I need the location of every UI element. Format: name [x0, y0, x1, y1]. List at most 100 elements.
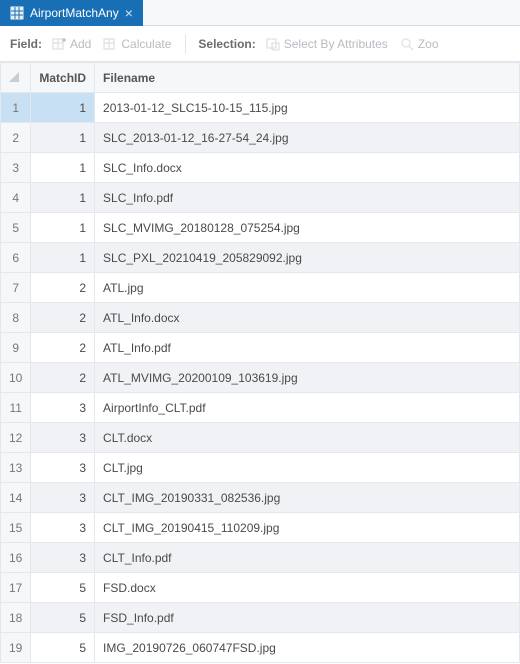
cell-filename[interactable]: CLT_Info.pdf: [95, 543, 520, 573]
cell-matchid[interactable]: 3: [31, 513, 95, 543]
table-row[interactable]: 82ATL_Info.docx: [1, 303, 520, 333]
row-number[interactable]: 16: [1, 543, 31, 573]
table-row[interactable]: 112013-01-12_SLC15-10-15_115.jpg: [1, 93, 520, 123]
cell-filename[interactable]: SLC_Info.docx: [95, 153, 520, 183]
table-row[interactable]: 113AirportInfo_CLT.pdf: [1, 393, 520, 423]
cell-filename[interactable]: SLC_MVIMG_20180128_075254.jpg: [95, 213, 520, 243]
cell-filename[interactable]: FSD.docx: [95, 573, 520, 603]
table-row[interactable]: 102ATL_MVIMG_20200109_103619.jpg: [1, 363, 520, 393]
tab-bar: AirportMatchAny ×: [0, 0, 520, 26]
row-number[interactable]: 10: [1, 363, 31, 393]
cell-filename[interactable]: CLT.docx: [95, 423, 520, 453]
table-row[interactable]: 31SLC_Info.docx: [1, 153, 520, 183]
cell-matchid[interactable]: 3: [31, 453, 95, 483]
table-calc-icon: [103, 37, 117, 51]
row-number[interactable]: 2: [1, 123, 31, 153]
table-row[interactable]: 163CLT_Info.pdf: [1, 543, 520, 573]
table-row[interactable]: 61SLC_PXL_20210419_205829092.jpg: [1, 243, 520, 273]
cell-filename[interactable]: ATL_MVIMG_20200109_103619.jpg: [95, 363, 520, 393]
row-number[interactable]: 17: [1, 573, 31, 603]
row-number[interactable]: 8: [1, 303, 31, 333]
cell-matchid[interactable]: 1: [31, 93, 95, 123]
cell-matchid[interactable]: 1: [31, 123, 95, 153]
table-row[interactable]: 195IMG_20190726_060747FSD.jpg: [1, 633, 520, 663]
corner-header[interactable]: [1, 63, 31, 93]
row-number[interactable]: 3: [1, 153, 31, 183]
tab-title: AirportMatchAny: [30, 6, 119, 20]
row-number[interactable]: 19: [1, 633, 31, 663]
zoom-button[interactable]: Zoo: [398, 35, 441, 53]
table-row[interactable]: 185FSD_Info.pdf: [1, 603, 520, 633]
cell-matchid[interactable]: 1: [31, 153, 95, 183]
cell-filename[interactable]: CLT_IMG_20190331_082536.jpg: [95, 483, 520, 513]
cell-matchid[interactable]: 3: [31, 423, 95, 453]
table-row[interactable]: 153CLT_IMG_20190415_110209.jpg: [1, 513, 520, 543]
table-row[interactable]: 41SLC_Info.pdf: [1, 183, 520, 213]
cell-matchid[interactable]: 1: [31, 243, 95, 273]
cell-matchid[interactable]: 3: [31, 483, 95, 513]
table-row[interactable]: 72ATL.jpg: [1, 273, 520, 303]
data-table[interactable]: MatchID Filename 112013-01-12_SLC15-10-1…: [0, 62, 520, 663]
cell-matchid[interactable]: 5: [31, 573, 95, 603]
cell-matchid[interactable]: 5: [31, 633, 95, 663]
cell-filename[interactable]: ATL.jpg: [95, 273, 520, 303]
cell-matchid[interactable]: 1: [31, 183, 95, 213]
cell-filename[interactable]: SLC_Info.pdf: [95, 183, 520, 213]
cell-matchid[interactable]: 3: [31, 543, 95, 573]
row-number[interactable]: 7: [1, 273, 31, 303]
add-field-button[interactable]: Add: [50, 35, 93, 53]
row-number[interactable]: 1: [1, 93, 31, 123]
zoom-label: Zoo: [418, 37, 439, 51]
table-row[interactable]: 21SLC_2013-01-12_16-27-54_24.jpg: [1, 123, 520, 153]
cell-matchid[interactable]: 3: [31, 393, 95, 423]
tab-active[interactable]: AirportMatchAny ×: [0, 0, 143, 26]
cell-filename[interactable]: IMG_20190726_060747FSD.jpg: [95, 633, 520, 663]
cell-filename[interactable]: FSD_Info.pdf: [95, 603, 520, 633]
table-row[interactable]: 175FSD.docx: [1, 573, 520, 603]
cell-matchid[interactable]: 5: [31, 603, 95, 633]
table-container: MatchID Filename 112013-01-12_SLC15-10-1…: [0, 62, 520, 664]
row-number[interactable]: 12: [1, 423, 31, 453]
field-label: Field:: [10, 37, 42, 51]
cell-filename[interactable]: 2013-01-12_SLC15-10-15_115.jpg: [95, 93, 520, 123]
cell-filename[interactable]: AirportInfo_CLT.pdf: [95, 393, 520, 423]
cell-filename[interactable]: CLT.jpg: [95, 453, 520, 483]
cell-filename[interactable]: SLC_2013-01-12_16-27-54_24.jpg: [95, 123, 520, 153]
zoom-icon: [400, 37, 414, 51]
select-by-attr-label: Select By Attributes: [284, 37, 388, 51]
cell-matchid[interactable]: 2: [31, 333, 95, 363]
row-number[interactable]: 4: [1, 183, 31, 213]
table-icon: [10, 6, 24, 20]
add-field-label: Add: [70, 37, 91, 51]
cell-filename[interactable]: ATL_Info.pdf: [95, 333, 520, 363]
row-number[interactable]: 18: [1, 603, 31, 633]
cell-matchid[interactable]: 2: [31, 363, 95, 393]
close-icon[interactable]: ×: [125, 6, 133, 20]
cell-filename[interactable]: SLC_PXL_20210419_205829092.jpg: [95, 243, 520, 273]
cell-matchid[interactable]: 2: [31, 303, 95, 333]
row-number[interactable]: 11: [1, 393, 31, 423]
row-number[interactable]: 9: [1, 333, 31, 363]
table-row[interactable]: 92ATL_Info.pdf: [1, 333, 520, 363]
cell-matchid[interactable]: 2: [31, 273, 95, 303]
table-row[interactable]: 51SLC_MVIMG_20180128_075254.jpg: [1, 213, 520, 243]
calculate-button[interactable]: Calculate: [101, 35, 173, 53]
column-header-filename[interactable]: Filename: [95, 63, 520, 93]
table-plus-icon: [52, 37, 66, 51]
cell-matchid[interactable]: 1: [31, 213, 95, 243]
column-header-matchid[interactable]: MatchID: [31, 63, 95, 93]
selection-label: Selection:: [198, 37, 255, 51]
table-row[interactable]: 123CLT.docx: [1, 423, 520, 453]
cell-filename[interactable]: CLT_IMG_20190415_110209.jpg: [95, 513, 520, 543]
row-number[interactable]: 15: [1, 513, 31, 543]
row-number[interactable]: 13: [1, 453, 31, 483]
table-row[interactable]: 143CLT_IMG_20190331_082536.jpg: [1, 483, 520, 513]
row-number[interactable]: 6: [1, 243, 31, 273]
cell-filename[interactable]: ATL_Info.docx: [95, 303, 520, 333]
row-number[interactable]: 14: [1, 483, 31, 513]
table-row[interactable]: 133CLT.jpg: [1, 453, 520, 483]
toolbar: Field: Add Calculate Selection: Select B…: [0, 26, 520, 62]
select-by-attributes-button[interactable]: Select By Attributes: [264, 35, 390, 53]
row-number[interactable]: 5: [1, 213, 31, 243]
select-attr-icon: [266, 37, 280, 51]
